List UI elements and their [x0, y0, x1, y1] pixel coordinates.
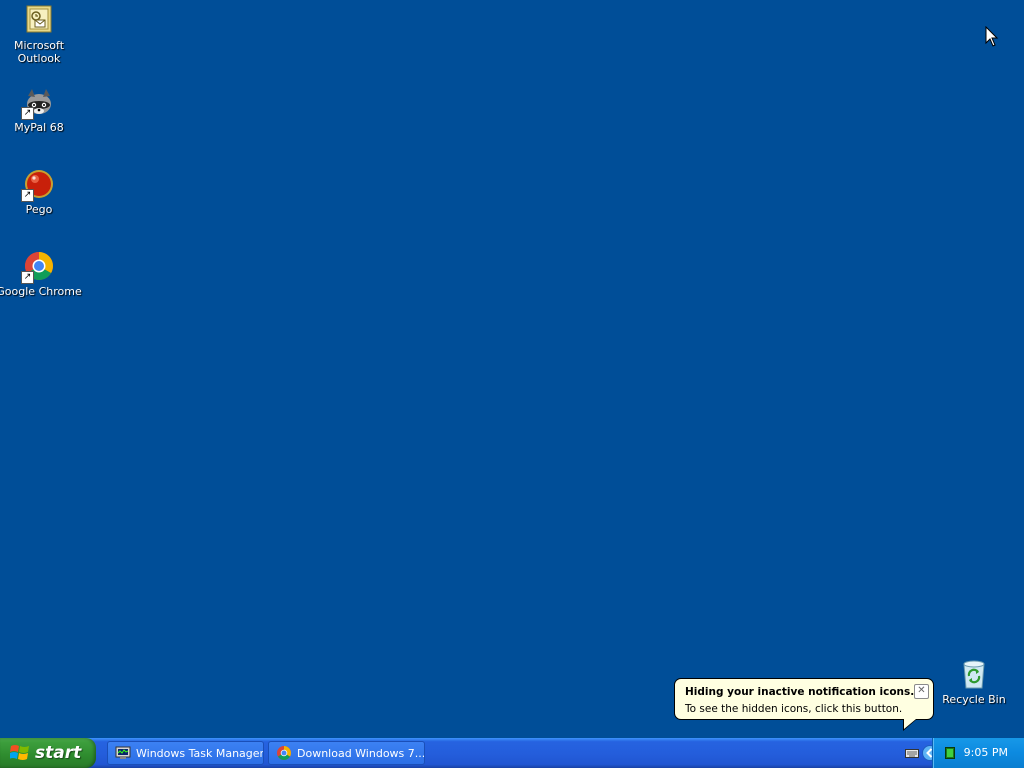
desktop-icon-label: Recycle Bin — [942, 693, 1006, 706]
desktop-icon-pego[interactable]: ↗ Pego — [0, 168, 78, 216]
system-tray: 9:05 PM — [932, 738, 1024, 768]
pego-red-ball-icon: ↗ — [21, 168, 55, 202]
outlook-icon — [23, 4, 55, 36]
taskbar: start Windows Task Manager Download Wind… — [0, 738, 1024, 768]
shortcut-arrow-icon: ↗ — [21, 107, 34, 120]
desktop-icon-mypal[interactable]: ↗ MyPal 68 — [0, 86, 78, 134]
recycle-bin-icon — [958, 658, 990, 690]
notification-balloon[interactable]: Hiding your inactive notification icons.… — [674, 678, 934, 731]
desktop: Microsoft Outlook ↗ MyPal 68 ↗ Pego ↗ Go… — [0, 0, 1024, 738]
chrome-icon — [277, 746, 291, 760]
start-button[interactable]: start — [0, 738, 96, 768]
shortcut-arrow-icon: ↗ — [21, 271, 34, 284]
desktop-icon-label: Microsoft Outlook — [13, 39, 65, 65]
green-status-icon[interactable] — [945, 747, 955, 759]
mouse-cursor-icon — [985, 26, 999, 47]
shortcut-arrow-icon: ↗ — [21, 189, 34, 202]
balloon-close-button[interactable]: ✕ — [914, 684, 929, 699]
taskbar-button-chrome-download[interactable]: Download Windows 7... — [268, 741, 425, 765]
desktop-icon-chrome[interactable]: ↗ Google Chrome — [0, 250, 82, 298]
windows-flag-icon — [10, 745, 29, 760]
balloon-text: To see the hidden icons, click this butt… — [685, 703, 903, 715]
desktop-icon-outlook[interactable]: Microsoft Outlook — [0, 4, 78, 65]
taskbar-button-label: Windows Task Manager — [136, 746, 263, 760]
mypal-raccoon-icon: ↗ — [21, 86, 55, 120]
clock[interactable]: 9:05 PM — [964, 746, 1008, 759]
desktop-icon-label: Pego — [25, 203, 53, 216]
taskbar-button-label: Download Windows 7... — [297, 746, 424, 760]
taskbar-button-task-manager[interactable]: Windows Task Manager — [107, 741, 264, 765]
keyboard-icon[interactable] — [905, 747, 919, 759]
task-manager-icon — [115, 746, 131, 759]
chrome-icon: ↗ — [21, 250, 55, 284]
desktop-icon-recycle-bin[interactable]: Recycle Bin — [935, 658, 1013, 706]
start-label: start — [35, 743, 82, 763]
balloon-title: Hiding your inactive notification icons.… — [685, 686, 923, 698]
desktop-icon-label: Google Chrome — [0, 285, 82, 298]
desktop-icon-label: MyPal 68 — [14, 121, 64, 134]
